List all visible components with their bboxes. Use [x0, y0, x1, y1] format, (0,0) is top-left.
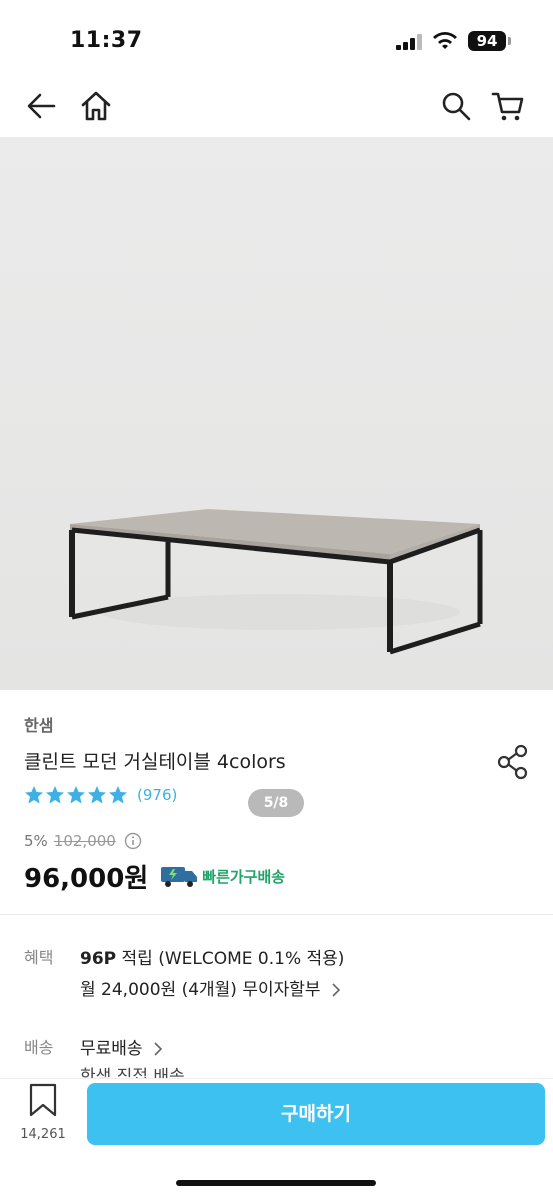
star-icon [46, 786, 64, 804]
fast-delivery-label: 빠른가구배송 [202, 867, 286, 886]
delivery-label: 배송 [24, 1038, 54, 1057]
search-icon[interactable] [438, 88, 474, 124]
product-title: 클린트 모던 거실테이블 4colors [24, 751, 286, 773]
price-row: 96,000원 빠른가구배송 [24, 858, 285, 894]
points-benefit: 96P 적립 (WELCOME 0.1% 적용) [80, 944, 344, 969]
installment-link[interactable]: 월 24,000원 (4개월) 무이자할부 [80, 975, 342, 1000]
delivery-type-link[interactable]: 무료배송 [80, 1034, 164, 1059]
discount-rate: 5% [24, 832, 48, 850]
sale-price: 96,000원 [24, 863, 149, 894]
star-icon [25, 786, 43, 804]
original-price: 102,000 [53, 832, 116, 850]
delivery-type: 무료배송 [80, 1039, 143, 1059]
coffee-table-image [69, 509, 483, 655]
bookmark-icon [29, 1083, 57, 1117]
wifi-icon [433, 32, 457, 49]
points-description: 적립 (WELCOME 0.1% 적용) [116, 949, 345, 969]
star-icon [88, 786, 106, 804]
chevron-right-icon [154, 1042, 163, 1056]
product-image-gallery[interactable]: 5/8 [0, 137, 553, 817]
battery-tip [508, 37, 511, 45]
rating[interactable]: (976) [24, 784, 177, 806]
arrow-left-icon[interactable] [24, 88, 60, 124]
review-count[interactable]: (976) [137, 786, 177, 804]
info-icon[interactable] [124, 832, 142, 850]
installment-text: 월 24,000원 (4개월) 무이자할부 [80, 980, 321, 1000]
home-indicator [176, 1180, 376, 1186]
star-icon [109, 786, 127, 804]
home-icon[interactable] [78, 88, 114, 124]
share-icon[interactable] [496, 744, 530, 780]
divider [0, 914, 553, 915]
benefit-label: 혜택 [24, 948, 54, 967]
battery-indicator: 94 [468, 31, 506, 51]
cart-icon[interactable] [490, 88, 526, 124]
points-amount: 96P [80, 949, 117, 969]
status-bar: 11:37 94 [0, 0, 553, 80]
delivery-detail: 한샘 직접 배송 [80, 1067, 185, 1078]
image-counter: 5/8 [248, 789, 304, 817]
nav-bar [0, 80, 553, 136]
delivery-truck-icon [161, 867, 198, 887]
cellular-signal-icon [396, 34, 422, 50]
chevron-right-icon [332, 983, 341, 997]
brand-name[interactable]: 한샘 [24, 712, 53, 736]
star-icon [67, 786, 85, 804]
discount-row: 5% 102,000 [24, 832, 142, 850]
status-time: 11:37 [70, 28, 143, 53]
buy-button[interactable]: 구매하기 [87, 1083, 545, 1145]
bookmark-count: 14,261 [20, 1127, 66, 1142]
bookmark-button[interactable]: 14,261 [14, 1083, 72, 1147]
